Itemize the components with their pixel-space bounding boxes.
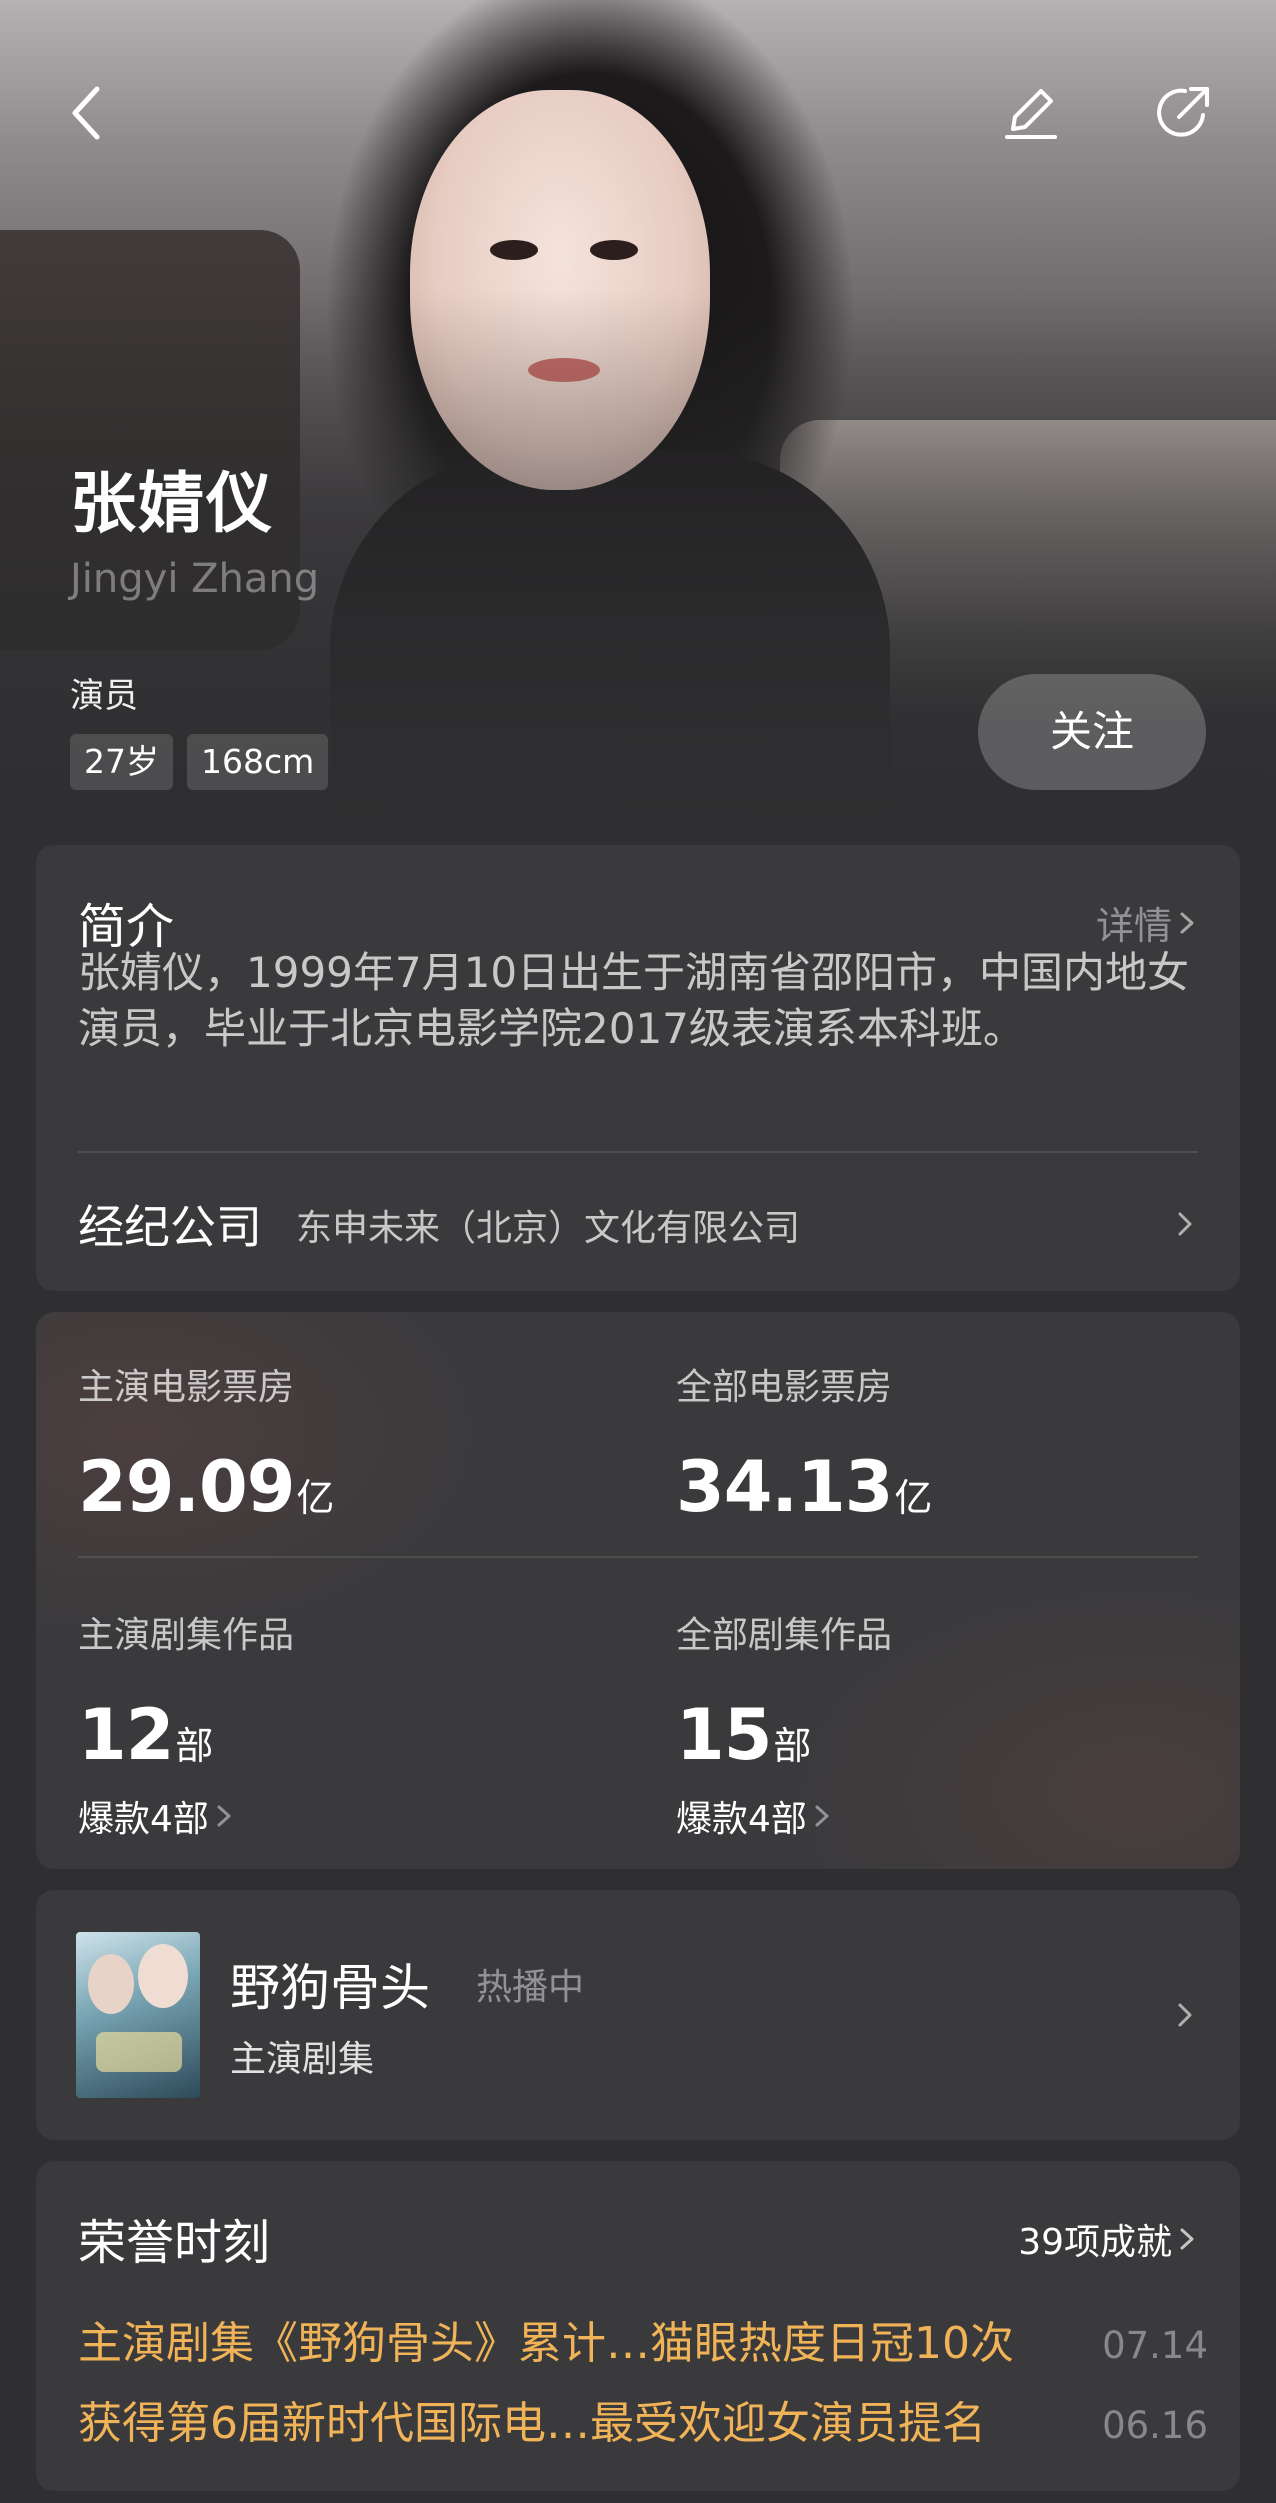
chevron-right-icon — [1180, 2228, 1194, 2250]
share-arrow-icon — [1157, 87, 1209, 137]
agency-label: 经纪公司 — [78, 1200, 262, 1254]
intro-details-link[interactable]: 详情 — [1096, 895, 1202, 950]
chevron-left-icon — [72, 86, 100, 140]
all-box-office-stat[interactable]: 全部电影票房 34.13亿 — [676, 1358, 932, 1528]
intro-card: 简介 详情 张婧仪，1999年7月10日出生于湖南省邵阳市，中国内地女演员，毕业… — [36, 845, 1240, 1291]
stat-label: 全部电影票房 — [676, 1367, 893, 1408]
honor-moments-card: 荣誉时刻 39项成就 主演剧集《野狗骨头》累计…猫眼热度日冠10次 07.14 … — [36, 2161, 1240, 2491]
stat-label: 主演剧集作品 — [78, 1615, 295, 1656]
chevron-right-icon — [815, 1805, 829, 1827]
chevron-right-icon — [217, 1805, 231, 1827]
age-tag: 27岁 — [70, 734, 173, 790]
lead-series-stat[interactable]: 主演剧集作品 12部 爆款4部 — [78, 1606, 294, 1842]
share-button[interactable] — [1148, 78, 1218, 148]
honor-text: 获得第6届新时代国际电…最受欢迎女演员提名 — [78, 2398, 986, 2449]
drama-status-badge: 热播中 — [476, 1967, 585, 2008]
honor-item[interactable]: 主演剧集《野狗骨头》累计…猫眼热度日冠10次 07.14 — [78, 2307, 1208, 2371]
height-tag: 168cm — [187, 734, 329, 790]
chevron-right-icon — [1178, 2003, 1192, 2027]
honor-date: 06.16 — [1102, 2404, 1208, 2447]
honor-text: 主演剧集《野狗骨头》累计…猫眼热度日冠10次 — [78, 2318, 1014, 2369]
actor-role: 演员 — [70, 676, 138, 716]
stat-value: 34.13亿 — [676, 1446, 932, 1528]
actor-english-name: Jingyi Zhang — [70, 556, 320, 602]
profile-tags: 27岁 168cm — [70, 734, 329, 790]
honor-date: 07.14 — [1102, 2324, 1208, 2367]
pencil-icon — [1005, 89, 1057, 139]
divider — [78, 1556, 1198, 1558]
drama-title: 野狗骨头 — [230, 1959, 430, 2017]
chevron-right-icon[interactable] — [1168, 1207, 1202, 1241]
intro-text: 张婧仪，1999年7月10日出生于湖南省邵阳市，中国内地女演员，毕业于北京电影学… — [78, 948, 1190, 1053]
hits-link[interactable]: 爆款4部 — [676, 1790, 892, 1842]
follow-button[interactable]: 关注 — [978, 674, 1206, 790]
drama-role: 主演剧集 — [230, 2039, 375, 2080]
hits-link[interactable]: 爆款4部 — [78, 1790, 294, 1842]
current-drama-card[interactable]: 野狗骨头 热播中 主演剧集 — [36, 1890, 1240, 2140]
all-series-stat[interactable]: 全部剧集作品 15部 爆款4部 — [676, 1606, 892, 1842]
achievements-count: 39项成就 — [1018, 2222, 1172, 2263]
chevron-right-icon — [1180, 912, 1194, 933]
stat-label: 全部剧集作品 — [676, 1615, 893, 1656]
back-button[interactable] — [54, 78, 124, 148]
stat-value: 12部 — [78, 1694, 213, 1776]
achievements-link[interactable]: 39项成就 — [1018, 2213, 1202, 2265]
drama-poster — [76, 1932, 200, 2098]
honor-item[interactable]: 获得第6届新时代国际电…最受欢迎女演员提名 06.16 — [78, 2387, 1208, 2451]
career-stats-card: 主演电影票房 29.09亿 全部电影票房 34.13亿 主演剧集作品 12部 爆… — [36, 1312, 1240, 1869]
lead-box-office-stat[interactable]: 主演电影票房 29.09亿 — [78, 1358, 334, 1528]
stat-value: 29.09亿 — [78, 1446, 334, 1528]
honor-title: 荣誉时刻 — [78, 2215, 271, 2271]
edit-button[interactable] — [996, 78, 1066, 148]
details-label: 详情 — [1095, 904, 1172, 948]
stat-value: 15部 — [676, 1694, 811, 1776]
divider — [78, 1151, 1198, 1153]
agency-value[interactable]: 东申未来（北京）文化有限公司 — [296, 1199, 800, 1251]
actor-name: 张婧仪 — [70, 465, 274, 542]
stat-label: 主演电影票房 — [78, 1367, 295, 1408]
